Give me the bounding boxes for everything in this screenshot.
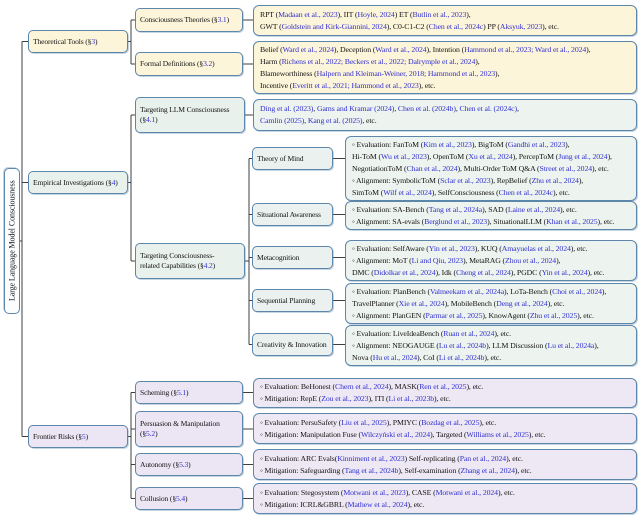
node-targeting-capabilities: Targeting Consciousness-related Capabili… [135, 243, 245, 279]
content-persuasion-manipulation: ◦ Evaluation: PersuSafety (Liu et al., 2… [253, 413, 637, 444]
content-sequential-planning: ◦ Evaluation: PlanBench (Valmeekam et al… [345, 283, 637, 324]
node-autonomy: Autonomy (§5.3) [135, 453, 243, 476]
content-collusion: ◦ Evaluation: Stegosystem (Motwani et al… [253, 483, 637, 514]
trunk-connectors [20, 41, 28, 437]
node-sequential-planning: Sequential Planning [252, 289, 333, 312]
taxonomy-figure: Large Language Model Consciousness Theor… [0, 0, 640, 518]
node-creativity-innovation: Creativity & Innovation [252, 333, 333, 356]
node-consciousness-theories: Consciousness Theories (§3.1) [135, 8, 243, 32]
content-situational-awareness: ◦ Evaluation: SA-Bench (Tang et al., 202… [345, 201, 637, 230]
content-targeting-llm-consciousness: Ding et al. (2023), Gams and Kramar (202… [253, 99, 637, 131]
content-theory-of-mind: ◦ Evaluation: FanToM (Kim et al., 2023),… [345, 136, 637, 201]
section4-connectors [128, 114, 253, 262]
content-metacognition: ◦ Evaluation: SelfAware (Yin et al., 202… [345, 240, 637, 281]
root-node: Large Language Model Consciousness [4, 168, 20, 314]
section-theoretical-tools: Theoretical Tools (§3) [28, 30, 128, 53]
node-theory-of-mind: Theory of Mind [252, 147, 333, 170]
node-scheming: Scheming (§5.1) [135, 381, 243, 404]
content-scheming: ◦ Evaluation: BeHonest (Chern et al., 20… [253, 378, 637, 408]
node-targeting-llm-consciousness: Targeting LLM Consciousness (§4.1) [135, 97, 245, 133]
section-frontier-risks: Frontier Risks (§5) [28, 425, 128, 448]
content-consciousness-theories: RPT (Madaan et al., 2023), IIT (Hoyle, 2… [253, 5, 637, 36]
node-situational-awareness: Situational Awareness [252, 203, 333, 226]
content-creativity-innovation: ◦ Evaluation: LiveIdeaBench (Ruan et al.… [345, 325, 637, 366]
content-formal-definitions: Belief (Ward et al., 2024), Deception (W… [253, 41, 637, 94]
node-persuasion-manipulation: Persuasion & Manipulation (§5.2) [135, 411, 243, 447]
content-autonomy: ◦ Evaluation: ARC Evals(Kinniment et al.… [253, 449, 637, 480]
node-collusion: Collusion (§5.4) [135, 487, 243, 510]
node-metacognition: Metacognition [252, 246, 333, 269]
node-formal-definitions: Formal Definitions (§3.2) [135, 52, 243, 76]
section-empirical-investigations: Empirical Investigations (§4) [28, 171, 128, 194]
